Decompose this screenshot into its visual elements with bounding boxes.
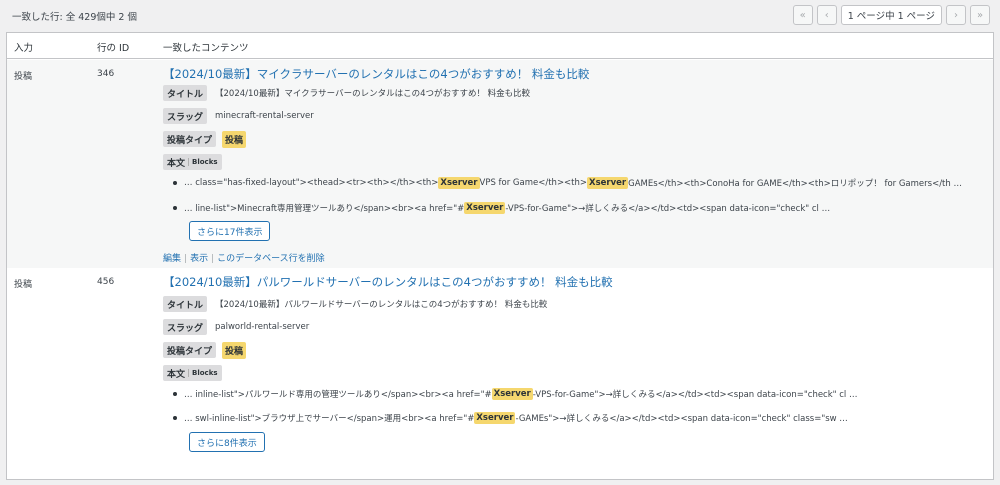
title-value: 【2024/10最新】マイクラサーバーのレンタルはこの4つがおすすめ！ 料金も比… [215, 89, 531, 99]
post-title-link[interactable]: 【2024/10最新】マイクラサーバーのレンタルはこの4つがおすすめ！ 料金も比… [163, 66, 589, 82]
snippet-text: -VPS-for-Game">→詳しくみる</a></td><td><span … [532, 390, 858, 400]
table-row: 投稿 456 【2024/10最新】パルワールドサーバーのレンタルはこの4つがお… [7, 268, 993, 480]
results-table: 入力 行の ID 一致したコンテンツ 投稿 346 【2024/10最新】マイク… [6, 32, 994, 480]
column-content: 一致したコンテンツ [163, 43, 249, 54]
snippet-text: VPS for Game</th><th> [479, 178, 588, 188]
bullet-icon [173, 392, 177, 396]
delete-row-link[interactable]: このデータベース行を削除 [217, 254, 325, 264]
input-cell: 投稿 [14, 72, 33, 82]
list-item: … inline-list">パルワールド専用の管理ツールあり</span><b… [173, 388, 858, 400]
slug-label: スラッグ [163, 319, 208, 335]
blocks-label: Blocks [188, 369, 222, 377]
row-id-cell: 456 [97, 277, 115, 287]
post-type-value: 投稿 [222, 341, 247, 359]
row-actions: 編集 | 表示 | このデータベース行を削除 [163, 251, 325, 264]
column-row-id: 行の ID [97, 43, 130, 54]
bullet-icon [173, 206, 177, 210]
body-label-text: 本文 [167, 369, 186, 380]
body-label: 本文 Blocks [163, 365, 222, 381]
pagination: « ‹ 1 ページ中 1 ページ › » [792, 5, 990, 25]
snippet-text: -VPS-for-Game">→詳しくみる</a></td><td><span … [505, 204, 831, 214]
match-count: 一致した行: 全 429個中 2 個 [12, 12, 137, 23]
match-highlight: Xserver [438, 177, 480, 189]
post-type-label: 投稿タイプ [163, 131, 217, 147]
snippet-text: -GAMEs">→詳しくみる</a></td><td><span data-ic… [515, 414, 848, 424]
view-link[interactable]: 表示 [190, 254, 208, 264]
body-label-text: 本文 [167, 158, 186, 169]
bullet-icon [173, 181, 177, 185]
post-type-field: 投稿タイプ 投稿 [163, 341, 247, 359]
input-cell: 投稿 [14, 280, 33, 290]
snippet-text: … inline-list">パルワールド専用の管理ツールあり</span><b… [184, 390, 492, 400]
title-field: タイトル 【2024/10最新】マイクラサーバーのレンタルはこの4つがおすすめ！… [163, 85, 530, 101]
post-type-field: 投稿タイプ 投稿 [163, 130, 247, 148]
snippet-text: … line-list">Minecraft専用管理ツールあり</span><b… [184, 204, 465, 214]
match-highlight: Xserver [474, 412, 516, 424]
action-separator: | [211, 254, 215, 264]
bullet-icon [173, 416, 177, 420]
body-label: 本文 Blocks [163, 154, 222, 170]
match-highlight: Xserver [587, 177, 629, 189]
match-highlight: Xserver [491, 388, 533, 400]
list-item: … swl-inline-list">ブラウザ上でサーバー</span>運用<b… [173, 412, 848, 424]
action-separator: | [184, 254, 188, 264]
title-value: 【2024/10最新】パルワールドサーバーのレンタルはこの4つがおすすめ！ 料金… [215, 300, 548, 310]
row-id-cell: 346 [97, 69, 115, 79]
results-toolbar: 一致した行: 全 429個中 2 個 « ‹ 1 ページ中 1 ページ › » [0, 0, 1000, 32]
slug-field: スラッグ palworld-rental-server [163, 319, 309, 335]
first-page-button[interactable]: « [792, 5, 813, 25]
slug-field: スラッグ minecraft-rental-server [163, 108, 314, 124]
list-item: … line-list">Minecraft専用管理ツールあり</span><b… [173, 202, 830, 214]
column-input: 入力 [14, 43, 34, 54]
snippet-text: … swl-inline-list">ブラウザ上でサーバー</span>運用<b… [184, 414, 475, 424]
post-type-value: 投稿 [222, 130, 247, 148]
last-page-button[interactable]: » [970, 5, 990, 25]
edit-link[interactable]: 編集 [163, 254, 181, 264]
title-field: タイトル 【2024/10最新】パルワールドサーバーのレンタルはこの4つがおすす… [163, 296, 547, 312]
slug-value: palworld-rental-server [215, 322, 310, 332]
match-highlight: Xserver [464, 202, 506, 214]
prev-page-button[interactable]: ‹ [816, 5, 837, 25]
title-label: タイトル [163, 85, 208, 101]
blocks-label: Blocks [188, 158, 222, 166]
body-field: 本文 Blocks [163, 154, 222, 170]
list-item: … class="has-fixed-layout"><thead><tr><t… [173, 177, 962, 189]
body-field: 本文 Blocks [163, 365, 222, 381]
table-row: 投稿 346 【2024/10最新】マイクラサーバーのレンタルはこの4つがおすす… [7, 60, 993, 268]
show-more-button[interactable]: さらに17件表示 [189, 221, 271, 241]
slug-value: minecraft-rental-server [215, 111, 314, 121]
snippet-text: GAMEs</th><th>ConoHa for GAME</th><th>ロリ… [628, 179, 962, 189]
page-indicator: 1 ページ中 1 ページ [840, 5, 942, 25]
slug-label: スラッグ [163, 108, 208, 124]
table-header: 入力 行の ID 一致したコンテンツ [7, 33, 993, 59]
title-label: タイトル [163, 296, 208, 312]
next-page-button[interactable]: › [946, 5, 966, 25]
post-type-label: 投稿タイプ [163, 342, 217, 358]
snippet-text: … class="has-fixed-layout"><thead><tr><t… [184, 178, 439, 188]
show-more-button[interactable]: さらに8件表示 [189, 432, 265, 452]
post-title-link[interactable]: 【2024/10最新】パルワールドサーバーのレンタルはこの4つがおすすめ！ 料金… [163, 274, 613, 290]
